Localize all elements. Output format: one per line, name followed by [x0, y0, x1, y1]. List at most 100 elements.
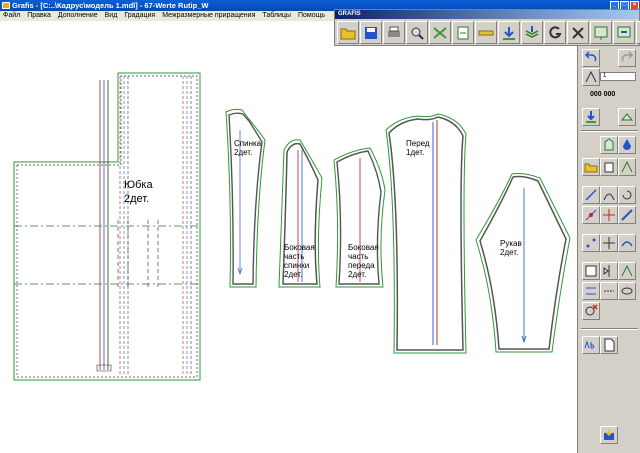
- flip-icon: [620, 113, 634, 121]
- pattern-canvas[interactable]: Юбка 2дет. Спинка 2дет. Боковая часть сп…: [0, 21, 577, 453]
- piece-icon: [604, 138, 614, 151]
- import-button[interactable]: [582, 108, 600, 126]
- curve-icon: [603, 193, 615, 201]
- menu-view[interactable]: Вид: [105, 11, 118, 21]
- grading-tool-button[interactable]: [618, 158, 636, 176]
- layers-button[interactable]: [521, 21, 543, 44]
- zoom-button[interactable]: [406, 21, 428, 44]
- curve-tool-button[interactable]: [600, 186, 618, 204]
- cross-tool-button[interactable]: [600, 234, 618, 252]
- side-front-label-1: Боковая: [348, 243, 379, 252]
- export-piece-icon: [604, 429, 614, 440]
- menu-file[interactable]: Файл: [3, 11, 20, 21]
- back-label: Спинка: [234, 139, 262, 148]
- print-icon: [388, 26, 400, 37]
- folder-icon: [584, 163, 598, 173]
- print-button[interactable]: [383, 21, 405, 44]
- sleeve-count: 2дет.: [500, 248, 519, 257]
- tape-tool-button[interactable]: [618, 282, 636, 300]
- document-button[interactable]: [600, 336, 618, 354]
- f11-button[interactable]: [590, 21, 612, 44]
- fold-tool-button[interactable]: [618, 262, 636, 280]
- open-folder-icon: [340, 28, 356, 39]
- skirt-piece: [13, 72, 201, 381]
- point-icon: [585, 209, 597, 221]
- number-icon: [585, 70, 597, 83]
- menu-size-increments[interactable]: Межразмерные приращения: [162, 11, 255, 21]
- flip-button[interactable]: [618, 108, 636, 126]
- menu-addition[interactable]: Дополнение: [58, 11, 98, 21]
- download-button[interactable]: [498, 21, 520, 44]
- number-tool-button[interactable]: [582, 68, 600, 86]
- diagonal-tool-button[interactable]: [618, 206, 636, 224]
- arc-tool-button[interactable]: [618, 234, 636, 252]
- grading-icon: [621, 160, 633, 173]
- notch-tool-button[interactable]: [582, 282, 600, 300]
- menu-edit[interactable]: Правка: [27, 11, 51, 21]
- drop-tool-button[interactable]: [618, 136, 636, 154]
- export-piece-button[interactable]: [600, 426, 618, 444]
- diagonal-icon: [621, 209, 633, 221]
- back-piece: [225, 108, 266, 288]
- menu-grading[interactable]: Градация: [124, 11, 155, 21]
- pattern-icon: [604, 162, 614, 173]
- rotate-tool-button[interactable]: [618, 186, 636, 204]
- save-button[interactable]: [360, 21, 382, 44]
- g-button[interactable]: [544, 21, 566, 44]
- skirt-label: Юбка: [124, 179, 153, 191]
- skirt-count: 2дет.: [124, 193, 150, 205]
- app-icon: [2, 2, 10, 9]
- mirror-tool-button[interactable]: [600, 262, 618, 280]
- front-piece: [385, 113, 467, 354]
- undo-button[interactable]: [582, 49, 600, 67]
- sleeve-label: Рукав: [500, 239, 522, 248]
- step-field[interactable]: 1: [600, 72, 636, 81]
- dots-tool-button[interactable]: [582, 234, 600, 252]
- pattern-drawing: [13, 72, 571, 381]
- side-back-label-4: 2дет.: [284, 270, 303, 279]
- f12-button[interactable]: [613, 21, 635, 44]
- point-tool-button[interactable]: [582, 206, 600, 224]
- tool-panel: 1 000 000: [577, 46, 640, 453]
- side-back-label-3: спинки: [284, 261, 310, 270]
- f12-icon: [617, 26, 631, 37]
- intersect-icon: [603, 209, 615, 221]
- shape-tool-button[interactable]: [582, 262, 600, 280]
- arc-icon: [621, 241, 633, 247]
- spellcheck-button[interactable]: [582, 336, 600, 354]
- dim-tool-button[interactable]: [600, 282, 618, 300]
- dots-icon: [586, 238, 596, 248]
- g-icon: [549, 25, 562, 38]
- delete-tool-button[interactable]: [582, 302, 600, 320]
- toolbar-title: GRAFIS: [335, 10, 639, 19]
- cut-button[interactable]: [567, 21, 589, 44]
- import-icon: [586, 111, 596, 123]
- side-front-label-3: переда: [348, 261, 375, 270]
- side-front-label-2: часть: [348, 252, 369, 261]
- stop-button[interactable]: [636, 21, 640, 44]
- export-button[interactable]: [452, 21, 474, 44]
- intersect-tool-button[interactable]: [600, 206, 618, 224]
- piece-tool-button[interactable]: [600, 136, 618, 154]
- measure-button[interactable]: [475, 21, 497, 44]
- front-label: Перед: [406, 139, 430, 148]
- download-icon: [503, 26, 515, 40]
- drop-icon: [623, 139, 631, 150]
- pattern-tool-button[interactable]: [600, 158, 618, 176]
- line-tool-button[interactable]: [582, 186, 600, 204]
- folder-tool-button[interactable]: [582, 158, 600, 176]
- open-folder-button[interactable]: [337, 21, 359, 44]
- main-toolbar: GRAFIS: [334, 9, 640, 46]
- redo-icon: [621, 51, 634, 62]
- window-title: Grafis - [C:..\Кадрус\модель 1.mdl] - 67…: [12, 1, 209, 10]
- menu-help[interactable]: Помощь: [298, 11, 325, 21]
- cross-icon: [603, 237, 615, 249]
- zoom-icon: [411, 27, 424, 40]
- redo-button[interactable]: [618, 49, 636, 67]
- menu-tables[interactable]: Таблицы: [262, 11, 291, 21]
- measure-icon: [478, 30, 494, 35]
- rotate-icon: [622, 190, 632, 200]
- back-count: 2дет.: [234, 148, 253, 157]
- f11-icon: [594, 26, 608, 40]
- f6-button[interactable]: [429, 21, 451, 44]
